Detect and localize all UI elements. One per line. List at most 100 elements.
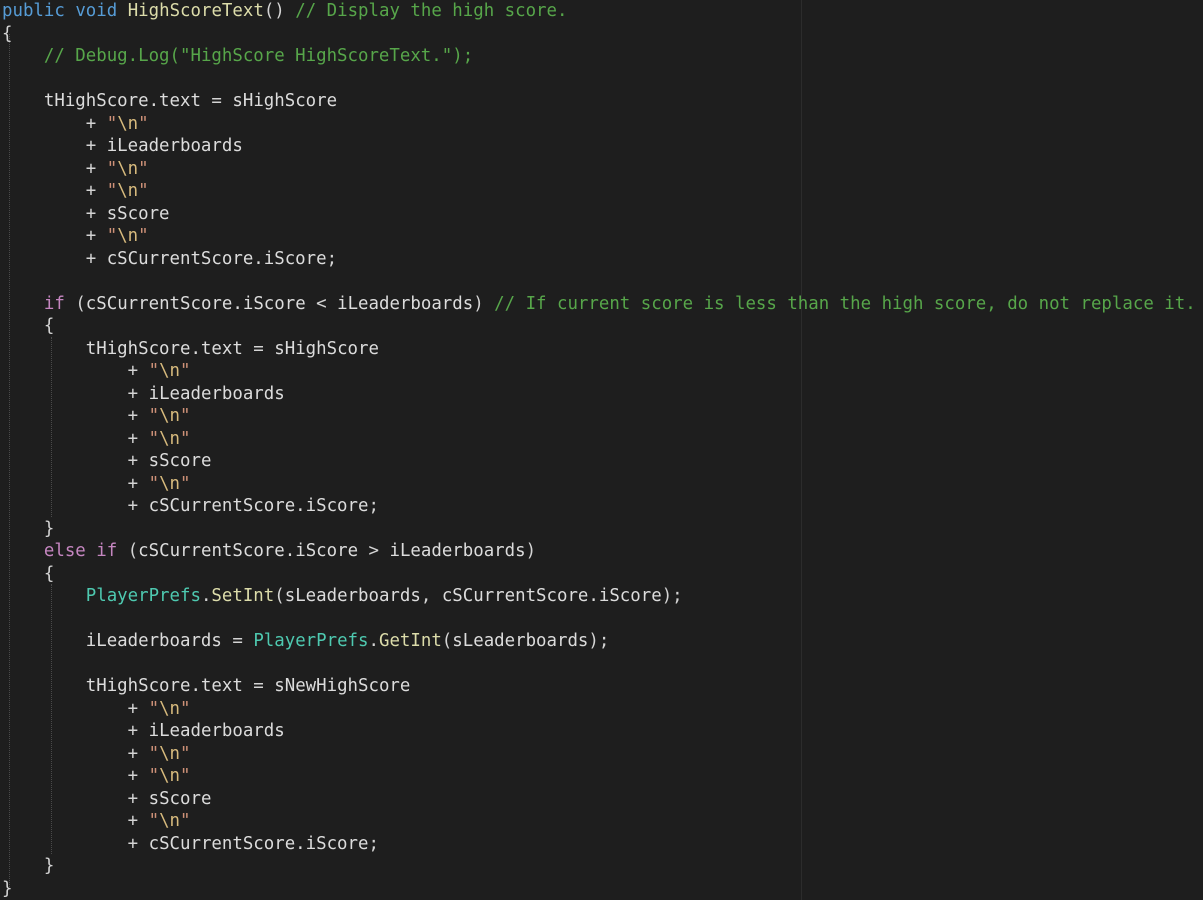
punctuation-token: ) [525, 541, 537, 561]
code-line[interactable]: tHighScore.text = sHighScore [2, 90, 337, 113]
escape-sequence-token: \n [117, 158, 139, 179]
code-editor[interactable]: public void HighScoreText() // Display t… [0, 0, 1203, 900]
punctuation-token: + [2, 496, 149, 516]
string-token: " [180, 811, 191, 831]
code-line[interactable]: + "\n" [2, 765, 191, 788]
method-name-token: SetInt [211, 586, 275, 606]
code-line[interactable]: + cSCurrentScore.iScore; [2, 495, 379, 518]
code-line[interactable]: iLeaderboards = PlayerPrefs.GetInt(sLead… [2, 630, 610, 653]
code-line[interactable]: else if (cSCurrentScore.iScore > iLeader… [2, 540, 536, 563]
code-line[interactable]: + "\n" [2, 180, 149, 203]
code-line[interactable]: + sScore [2, 203, 170, 226]
code-line[interactable]: + "\n" [2, 158, 149, 181]
string-token: " [148, 361, 160, 381]
code-line[interactable]: + sScore [2, 450, 212, 473]
punctuation-token [2, 91, 44, 111]
punctuation-token: ) [473, 293, 495, 314]
code-line[interactable]: + "\n" [2, 810, 191, 833]
string-token: " [148, 428, 160, 449]
code-line[interactable]: + "\n" [2, 698, 191, 721]
punctuation-token: + [2, 428, 149, 449]
code-line[interactable]: // Debug.Log("HighScore HighScoreText.")… [2, 45, 473, 68]
identifier-token: cSCurrentScore.iScore [148, 496, 369, 516]
punctuation-token: ); [661, 586, 683, 606]
punctuation-token: + [2, 226, 107, 246]
escape-sequence-token: \n [159, 743, 181, 764]
escape-sequence-token: \n [159, 361, 181, 381]
punctuation-token: } [2, 878, 13, 899]
punctuation-token: + [2, 248, 107, 269]
punctuation-token: = [242, 676, 275, 696]
code-line[interactable]: } [2, 855, 54, 878]
punctuation-token: + [2, 203, 107, 224]
code-line[interactable]: + "\n" [2, 225, 149, 248]
code-line[interactable]: + iLeaderboards [2, 135, 243, 158]
code-line[interactable]: PlayerPrefs.SetInt(sLeaderboards, cSCurr… [2, 585, 683, 608]
string-token: " [180, 766, 191, 786]
code-line[interactable]: + "\n" [2, 428, 191, 451]
identifier-token: iLeaderboards [85, 631, 222, 651]
code-line[interactable]: } [2, 518, 54, 541]
code-line[interactable]: + "\n" [2, 113, 149, 136]
code-line[interactable]: + cSCurrentScore.iScore; [2, 248, 337, 271]
string-token: " [180, 473, 191, 494]
punctuation-token: ( [274, 586, 285, 606]
method-name-token: GetInt [378, 631, 442, 651]
punctuation-token [2, 676, 86, 696]
escape-sequence-token: \n [117, 113, 139, 134]
identifier-token: cSCurrentScore.iScore [85, 293, 306, 314]
code-line[interactable]: + sScore [2, 788, 212, 811]
comment-token: // Debug.Log("HighScore HighScoreText.")… [43, 46, 474, 66]
code-line[interactable]: + iLeaderboards [2, 383, 285, 406]
string-token: " [106, 158, 118, 179]
identifier-token: sHighScore [232, 91, 338, 111]
punctuation-token: ( [441, 631, 453, 651]
code-line[interactable]: { [2, 563, 54, 586]
punctuation-token: + [2, 788, 149, 809]
escape-sequence-token: \n [159, 766, 181, 786]
punctuation-token: + [2, 361, 149, 381]
escape-sequence-token: \n [159, 811, 181, 831]
punctuation-token: + [2, 113, 107, 134]
punctuation-token [2, 631, 86, 651]
punctuation-token: ; [326, 248, 338, 269]
punctuation-token: = [200, 91, 233, 111]
control-keyword-token: if [96, 541, 118, 561]
code-line[interactable]: public void HighScoreText() // Display t… [2, 0, 567, 23]
punctuation-token: = [242, 338, 275, 359]
string-token: " [180, 406, 191, 426]
identifier-token: tHighScore.text [85, 676, 243, 696]
code-line[interactable]: { [2, 23, 12, 46]
code-line[interactable]: { [2, 315, 54, 338]
code-line[interactable]: if (cSCurrentScore.iScore < iLeaderboard… [2, 293, 1196, 316]
identifier-token: tHighScore.text [43, 91, 201, 111]
punctuation-token: + [2, 383, 149, 404]
escape-sequence-token: \n [159, 406, 181, 426]
punctuation-token: { [2, 563, 55, 584]
code-line[interactable]: + "\n" [2, 405, 191, 428]
identifier-token: sScore [106, 203, 170, 224]
punctuation-token: . [200, 586, 212, 606]
code-line[interactable]: } [2, 878, 12, 900]
punctuation-token: + [2, 158, 107, 179]
identifier-token: cSCurrentScore.iScore [148, 833, 369, 854]
punctuation-token [65, 1, 75, 21]
code-line[interactable]: + cSCurrentScore.iScore; [2, 833, 379, 856]
code-line[interactable]: + "\n" [2, 473, 191, 496]
escape-sequence-token: \n [117, 181, 139, 201]
identifier-token: sScore [148, 451, 212, 471]
identifier-token: sScore [148, 788, 212, 809]
string-token: " [180, 361, 191, 381]
escape-sequence-token: \n [117, 226, 139, 246]
string-token: " [148, 811, 160, 831]
punctuation-token: + [2, 136, 107, 156]
code-line[interactable]: tHighScore.text = sHighScore [2, 338, 379, 361]
escape-sequence-token: \n [159, 473, 181, 494]
punctuation-token: ( [64, 293, 86, 314]
code-line[interactable]: tHighScore.text = sNewHighScore [2, 675, 411, 698]
code-line[interactable]: + "\n" [2, 743, 191, 766]
code-line[interactable]: + "\n" [2, 360, 191, 383]
identifier-token: iLeaderboards [389, 541, 526, 561]
code-line[interactable]: + iLeaderboards [2, 720, 285, 743]
identifier-token: tHighScore.text [85, 338, 243, 359]
